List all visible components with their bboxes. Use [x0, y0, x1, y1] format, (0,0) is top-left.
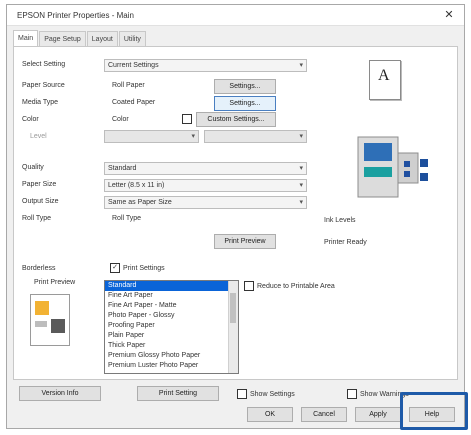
- color-checkbox[interactable]: [182, 114, 195, 124]
- custom-settings-button[interactable]: Custom Settings...: [196, 112, 276, 127]
- paper-source-label: Paper Source: [22, 82, 65, 89]
- title-bar: EPSON Printer Properties - Main ✕: [7, 5, 464, 26]
- select-setting-label: Select Setting: [22, 61, 66, 68]
- preview-letter: A: [378, 67, 390, 84]
- print-preview-label: Print Preview: [34, 279, 76, 286]
- list-item[interactable]: Plain Paper: [105, 331, 238, 341]
- chevron-down-icon: ▾: [299, 182, 303, 189]
- media-type-label: Media Type: [22, 99, 59, 106]
- status-led-icon: [404, 161, 410, 167]
- chevron-down-icon: ▾: [299, 165, 303, 172]
- output-size-combo[interactable]: Same as Paper Size ▾: [104, 196, 307, 209]
- tab-strip: Main Page Setup Layout Utility: [13, 30, 147, 47]
- chevron-down-icon: ▾: [299, 199, 303, 206]
- level-combo-1: ▾: [104, 130, 199, 143]
- print-preview-button[interactable]: Print Preview: [214, 234, 276, 249]
- list-item[interactable]: Fine Art Paper: [105, 291, 238, 301]
- list-item[interactable]: Photo Paper - Glossy: [105, 311, 238, 321]
- printer-properties-window: EPSON Printer Properties - Main ✕ Main Pa…: [6, 4, 465, 429]
- print-setting-button[interactable]: Print Setting: [137, 386, 219, 401]
- page-preview: A: [369, 60, 401, 100]
- print-settings-checkbox[interactable]: ✓ Print Settings: [110, 263, 165, 273]
- connector-icon: [420, 173, 428, 181]
- checkbox-box: [237, 389, 247, 399]
- paper-source-value: Roll Paper: [112, 82, 145, 89]
- list-item[interactable]: Standard: [105, 281, 238, 291]
- list-item[interactable]: Premium Glossy Photo Paper: [105, 351, 238, 361]
- highlight-box: [400, 392, 468, 430]
- quality-label: Quality: [22, 164, 44, 171]
- paper-size-label: Paper Size: [22, 181, 57, 188]
- checkbox-box: [182, 114, 192, 124]
- ok-button[interactable]: OK: [247, 407, 293, 422]
- list-item[interactable]: Fine Art Paper - Matte: [105, 301, 238, 311]
- paper-source-settings-button[interactable]: Settings...: [214, 79, 276, 94]
- status-label-ready: Printer Ready: [324, 239, 367, 246]
- cancel-button[interactable]: Cancel: [301, 407, 347, 422]
- chevron-down-icon: ▾: [299, 62, 303, 69]
- paper-size-combo[interactable]: Letter (8.5 x 11 in) ▾: [104, 179, 307, 192]
- level-label: Level: [30, 133, 47, 140]
- thumbnail-text-block: [35, 321, 47, 327]
- output-size-label: Output Size: [22, 198, 59, 205]
- checkbox-box: [244, 281, 254, 291]
- version-info-button[interactable]: Version Info: [19, 386, 101, 401]
- main-panel: Select Setting Current Settings ▾ Paper …: [13, 46, 458, 380]
- list-item[interactable]: Thick Paper: [105, 341, 238, 351]
- thumbnail-image-block: [35, 301, 49, 315]
- status-label-ink: Ink Levels: [324, 217, 356, 224]
- level-combo-2: ▾: [204, 130, 307, 143]
- listbox-scrollbar[interactable]: [228, 281, 238, 373]
- layout-thumbnail: [30, 294, 70, 346]
- tab-layout[interactable]: Layout: [86, 31, 118, 47]
- tab-utility[interactable]: Utility: [118, 31, 146, 47]
- window-title: EPSON Printer Properties - Main: [17, 11, 134, 20]
- show-settings-checkbox[interactable]: Show Settings: [237, 389, 295, 399]
- tab-page-setup[interactable]: Page Setup: [39, 31, 86, 47]
- ink-cartridge-block: [364, 143, 392, 161]
- list-item[interactable]: Premium Luster Photo Paper: [105, 361, 238, 371]
- thumbnail-image-block: [51, 319, 65, 333]
- roll-type-value: Roll Type: [112, 215, 142, 222]
- tab-main[interactable]: Main: [13, 30, 39, 47]
- checkbox-box: ✓: [110, 263, 120, 273]
- apply-button[interactable]: Apply: [355, 407, 401, 422]
- media-type-value: Coated Paper: [112, 99, 156, 106]
- connector-icon: [420, 159, 428, 167]
- chevron-down-icon: ▾: [299, 133, 303, 140]
- close-icon[interactable]: ✕: [438, 7, 460, 23]
- color-value: Color: [112, 116, 129, 123]
- media-listbox[interactable]: Standard Fine Art Paper Fine Art Paper -…: [104, 280, 239, 374]
- borderless-group-label: Borderless: [22, 265, 56, 272]
- list-item[interactable]: Proofing Paper: [105, 321, 238, 331]
- reduce-printable-checkbox[interactable]: Reduce to Printable Area: [244, 281, 335, 291]
- select-setting-combo[interactable]: Current Settings ▾: [104, 59, 307, 72]
- checkbox-box: [347, 389, 357, 399]
- chevron-down-icon: ▾: [191, 133, 195, 140]
- select-setting-value: Current Settings: [108, 62, 159, 69]
- quality-combo[interactable]: Standard ▾: [104, 162, 307, 175]
- media-type-settings-button[interactable]: Settings...: [214, 96, 276, 111]
- status-led-icon: [404, 171, 410, 177]
- ink-tank: [364, 167, 392, 177]
- roll-type-label: Roll Type: [22, 215, 52, 222]
- color-label: Color: [22, 116, 39, 123]
- printer-side-unit: [397, 152, 419, 184]
- printer-illustration: [357, 136, 428, 198]
- scrollbar-thumb[interactable]: [230, 293, 236, 323]
